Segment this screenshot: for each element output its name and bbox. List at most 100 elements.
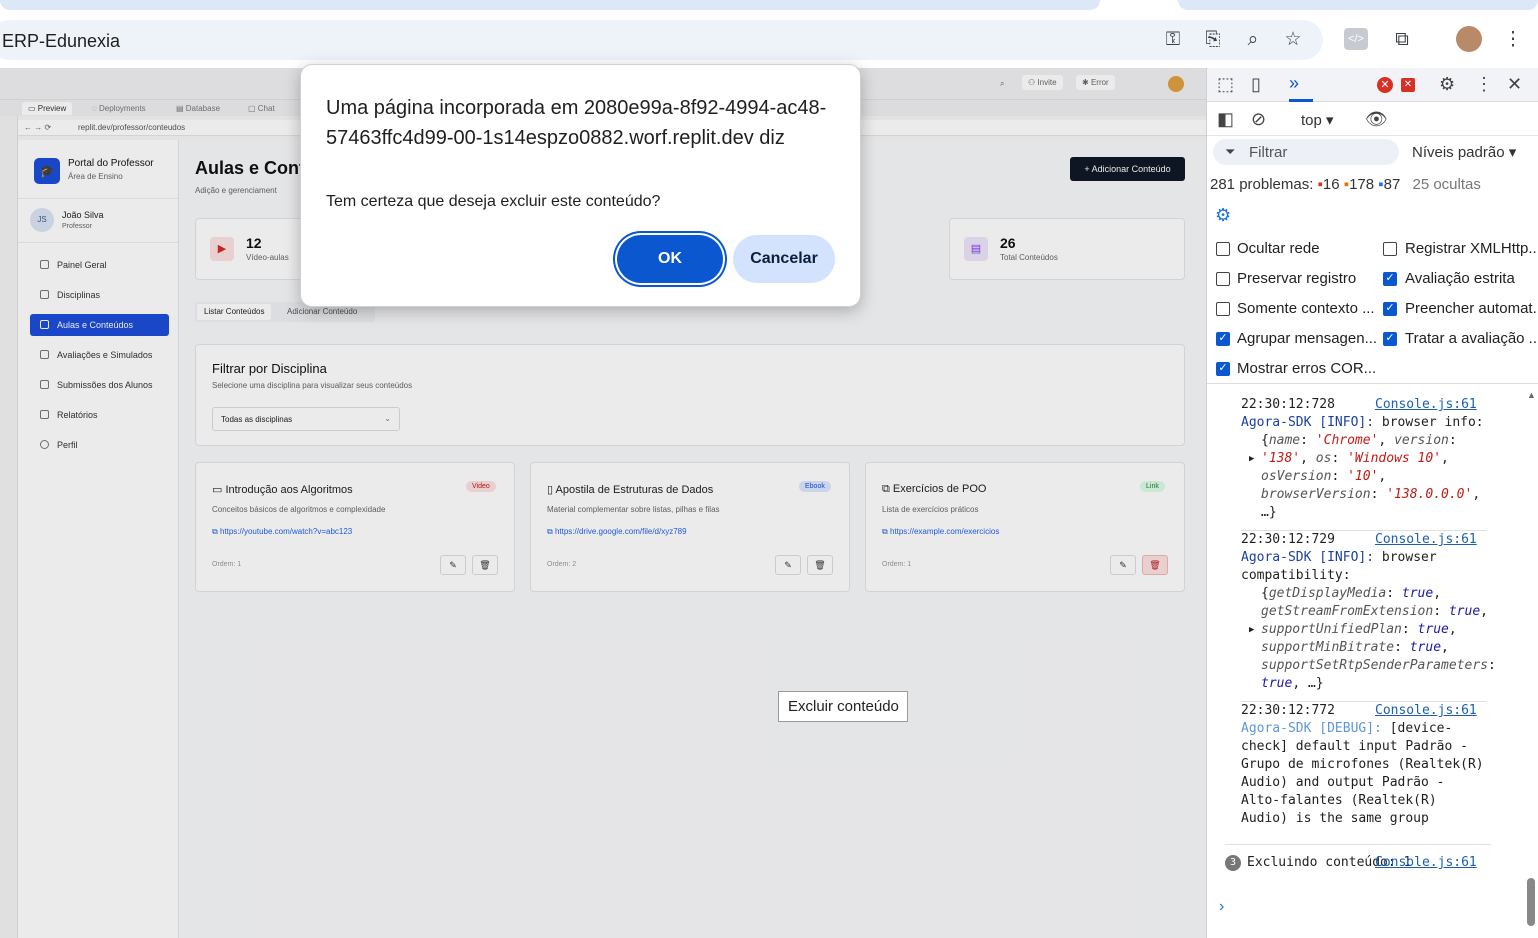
search-icon[interactable]: ⌕ (1000, 79, 1004, 89)
log-source-link[interactable]: Console.js:61 (1375, 702, 1477, 720)
scroll-up-arrow-icon[interactable]: ▲ (1527, 390, 1536, 400)
password-key-icon[interactable]: ⚿ (1160, 27, 1186, 53)
device-toggle-icon[interactable]: ▯ (1251, 74, 1261, 95)
ok-button[interactable]: OK (617, 235, 723, 283)
cancel-button[interactable]: Cancelar (733, 235, 835, 283)
more-panels-icon[interactable]: » (1289, 73, 1299, 94)
tab-label: Database (185, 104, 221, 113)
edit-icon: ✎ (1119, 560, 1127, 570)
add-content-button[interactable]: + Adicionar Conteúdo (1070, 157, 1185, 181)
delete-button[interactable]: 🗑 (472, 555, 498, 575)
close-icon[interactable]: ✕ (1507, 74, 1522, 95)
delete-button[interactable]: 🗑 (1142, 555, 1168, 575)
chart-icon (40, 410, 49, 419)
tooltip: Excluir conteúdo (778, 691, 908, 722)
gear-icon[interactable]: ⚙ (1439, 74, 1455, 95)
extensions-puzzle-icon[interactable]: ⧉ (1389, 27, 1415, 53)
checkbox-avaliacao-estrita[interactable]: ✓ (1383, 272, 1397, 286)
filter-title: Filtrar por Disciplina (212, 361, 327, 376)
card-link[interactable]: ⧉ https://example.com/exercicios (882, 527, 999, 537)
scrollbar-thumb[interactable] (1527, 878, 1535, 926)
tab-deployments[interactable]: ◌ Deployments (86, 102, 152, 115)
sidebar-item-avaliacoes[interactable]: Avaliações e Simulados (30, 344, 169, 366)
log-time: 22:30:12:728 (1241, 397, 1335, 412)
checkbox-somente-contexto[interactable] (1216, 302, 1230, 316)
console-prompt-chevron-icon[interactable]: › (1219, 898, 1224, 916)
checkbox-ocultar-rede[interactable] (1216, 242, 1230, 256)
object-preview[interactable]: ▶ {getDisplayMedia: true, getStreamFromEx… (1241, 585, 1496, 693)
nav-arrows-icon[interactable]: ← → ⟳ (24, 123, 51, 132)
filter-input[interactable]: ⏷ Filtrar (1213, 139, 1399, 165)
browser-tab[interactable] (1178, 0, 1538, 10)
profile-avatar[interactable] (1456, 26, 1482, 52)
invite-button[interactable]: ⚇ Invite (1022, 75, 1063, 90)
user-avatar[interactable] (1168, 76, 1184, 92)
option-label: Ocultar rede (1237, 240, 1320, 257)
error-button[interactable]: ✱ Error (1076, 75, 1115, 90)
kebab-menu-icon[interactable]: ⋮ (1475, 74, 1493, 95)
sidebar-item-painel[interactable]: Painel Geral (30, 254, 169, 276)
sidebar-item-aulas[interactable]: Aulas e Conteúdos (30, 314, 169, 336)
levels-select[interactable]: Níveis padrão ▾ (1412, 143, 1516, 161)
sidebar-toggle-icon[interactable]: ◧ (1217, 109, 1234, 130)
zoom-icon[interactable]: ⌕ (1240, 27, 1266, 53)
checkbox-preservar-registro[interactable] (1216, 272, 1230, 286)
checkbox-mostrar-erros-cors[interactable]: ✓ (1216, 362, 1230, 376)
tab-label: Chat (257, 104, 275, 113)
sidebar-item-relatorios[interactable]: Relatórios (30, 404, 169, 426)
chevron-down-icon: ⌄ (384, 414, 391, 423)
tab-listar[interactable]: Listar Conteúdos (197, 304, 272, 320)
problems-summary[interactable]: 281 problemas: ▪16 ▪178 ▪87 25 ocultas (1210, 176, 1481, 193)
install-app-icon[interactable]: ⎘ (1200, 27, 1226, 53)
log-time: 22:30:12:729 (1241, 532, 1335, 547)
dialog-message: Tem certeza que deseja excluir este cont… (326, 193, 661, 210)
edit-button[interactable]: ✎ (775, 555, 801, 575)
console-message: 22:30:12:729 Console.js:61 Agora-SDK [INF… (1241, 531, 1496, 693)
tab-database[interactable]: ▤ Database (170, 102, 226, 115)
edit-icon: ✎ (449, 560, 457, 570)
error-label: Error (1090, 78, 1109, 87)
card-link[interactable]: ⧉ https://drive.google.com/file/d/xyz789 (547, 527, 687, 537)
extension-code-icon[interactable]: </> (1344, 28, 1368, 50)
checkbox-agrupar-mensagens[interactable]: ✓ (1216, 332, 1230, 346)
card-link[interactable]: ⧉ https://youtube.com/watch?v=abc123 (212, 527, 352, 537)
inspect-element-icon[interactable]: ⬚ (1217, 74, 1234, 95)
delete-button[interactable]: 🗑 (807, 555, 833, 575)
issues-icon[interactable]: ✕ (1401, 78, 1415, 92)
console-settings-gear-icon[interactable]: ⚙ (1215, 205, 1231, 226)
edit-button[interactable]: ✎ (1110, 555, 1136, 575)
discipline-select[interactable]: Todas as disciplinas ⌄ (212, 407, 400, 431)
checkbox-registrar-xmlhttp[interactable] (1383, 242, 1397, 256)
error-count-icon[interactable]: ✕ (1377, 77, 1393, 93)
browser-tab[interactable] (0, 0, 1100, 10)
log-header: 22:30:12:728 Console.js:61 (1241, 396, 1491, 414)
browser-menu-icon[interactable]: ⋮ (1500, 27, 1526, 53)
object-preview[interactable]: ▶ {name: 'Chrome', version: '138', os: 'W… (1241, 432, 1491, 522)
user-name: João Silva (62, 210, 104, 220)
edit-button[interactable]: ✎ (440, 555, 466, 575)
tab-preview[interactable]: ▭ Preview (22, 102, 73, 115)
card-title: ⧉ Exercícios de POO (882, 483, 986, 496)
bookmark-star-icon[interactable]: ☆ (1280, 27, 1306, 53)
log-source-link[interactable]: Console.js:61 (1375, 854, 1477, 872)
clear-console-icon[interactable]: ⊘ (1251, 109, 1266, 130)
select-value: Todas as disciplinas (221, 415, 293, 424)
console-scrollbar[interactable]: ▲ (1525, 390, 1537, 938)
checkbox-preencher-automat[interactable]: ✓ (1383, 302, 1397, 316)
address-bar[interactable]: ERP-Edunexia (0, 20, 1323, 60)
devtools-panel: ⬚ ▯ » ✕ ✕ ⚙ ⋮ ✕ ◧ ⊘ top ▾ 👁 ⏷ Filtrar Ní… (1206, 68, 1538, 938)
sidebar-item-label: Submissões dos Alunos (57, 380, 153, 390)
filter-card: Filtrar por Disciplina Selecione uma dis… (195, 344, 1185, 446)
sidebar-item-submissoes[interactable]: Submissões dos Alunos (30, 374, 169, 396)
eye-icon[interactable]: 👁 (1365, 109, 1388, 130)
checkbox-tratar-avaliacao[interactable]: ✓ (1383, 332, 1397, 346)
log-source-link[interactable]: Console.js:61 (1375, 531, 1477, 549)
preview-url[interactable]: replit.dev/professor/conteudos (78, 123, 185, 132)
card-title: ▭ Introdução aos Algoritmos (212, 483, 353, 496)
tab-chat[interactable]: ▢ Chat (242, 102, 281, 115)
log-source-link[interactable]: Console.js:61 (1375, 396, 1477, 414)
context-select[interactable]: top ▾ (1301, 111, 1334, 129)
card-title-text: Introdução aos Algoritmos (225, 484, 353, 496)
sidebar-item-perfil[interactable]: Perfil (30, 434, 169, 456)
sidebar-item-disciplinas[interactable]: Disciplinas (30, 284, 169, 306)
